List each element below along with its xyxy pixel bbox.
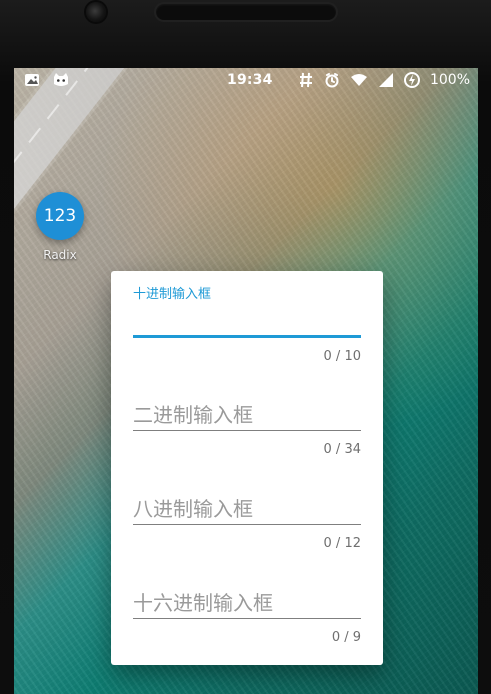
octal-placeholder: 八进制输入框 [133, 497, 253, 521]
signal-icon [378, 72, 394, 88]
octal-underline [133, 524, 361, 525]
radix-app-label: Radix [43, 248, 77, 262]
status-bar: 19:34 100% [14, 68, 478, 94]
charging-icon [403, 72, 420, 88]
cat-face-icon [52, 72, 70, 88]
octal-field[interactable]: 八进制输入框 0 / 12 [133, 491, 361, 561]
decimal-floating-label: 十进制输入框 [133, 287, 212, 302]
hex-underline [133, 618, 361, 619]
decimal-counter: 0 / 10 [323, 349, 361, 364]
app-icon-text: 123 [43, 206, 77, 226]
wifi-icon [350, 72, 368, 88]
home-screen: 19:34 100% 123 Radix 十进制输入框 0 / 10 二进制输入… [14, 68, 478, 694]
status-time: 19:34 [227, 72, 273, 88]
binary-underline [133, 430, 361, 431]
binary-placeholder: 二进制输入框 [133, 403, 253, 427]
earpiece-speaker [156, 4, 336, 20]
status-right-icons: 100% [298, 72, 470, 88]
hex-counter: 0 / 9 [331, 630, 361, 645]
status-left-icons [24, 72, 70, 88]
binary-field[interactable]: 二进制输入框 0 / 34 [133, 397, 361, 467]
radix-app-icon[interactable]: 123 [36, 192, 84, 240]
battery-percentage: 100% [429, 72, 470, 88]
decimal-underline [133, 335, 361, 338]
hash-icon [298, 72, 314, 88]
decimal-field[interactable]: 十进制输入框 0 / 10 [133, 283, 361, 364]
hex-placeholder: 十六进制输入框 [133, 591, 273, 615]
image-icon [24, 72, 40, 88]
hex-field[interactable]: 十六进制输入框 0 / 9 [133, 585, 361, 655]
binary-counter: 0 / 34 [323, 442, 361, 457]
alarm-icon [324, 72, 340, 88]
front-camera [86, 2, 106, 22]
octal-counter: 0 / 12 [323, 536, 361, 551]
input-dialog: 十进制输入框 0 / 10 二进制输入框 0 / 34 八进制输入框 0 / 1… [111, 271, 383, 665]
